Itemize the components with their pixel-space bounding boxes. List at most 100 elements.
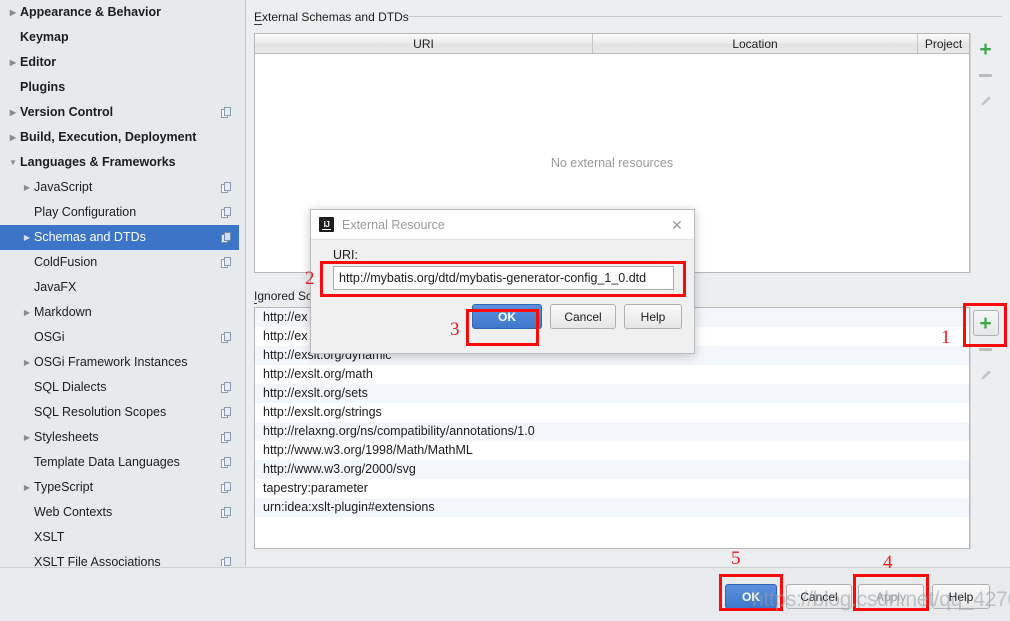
external-schemas-title-mnemonic: E <box>254 10 263 25</box>
uri-label-rest: RI: <box>342 248 359 262</box>
ignored-schemas-title-rest: gnored Sc <box>257 289 313 303</box>
chevron-right-icon[interactable]: ▶ <box>20 300 34 325</box>
sidebar-item-web-contexts[interactable]: ▶Web Contexts <box>0 500 245 525</box>
remove-ignored-schema-button[interactable] <box>973 336 999 362</box>
column-header-project[interactable]: Project <box>918 34 969 53</box>
uri-input[interactable]: http://mybatis.org/dtd/mybatis-generator… <box>333 266 674 290</box>
sidebar-item-markdown[interactable]: ▶ Markdown <box>0 300 245 325</box>
dialog-body: URI: http://mybatis.org/dtd/mybatis-gene… <box>311 240 694 354</box>
copy-settings-icon <box>221 231 237 244</box>
sidebar-item-label: Version Control <box>20 105 114 119</box>
sidebar-item-keymap[interactable]: ▶Keymap <box>0 25 245 50</box>
plus-icon: + <box>979 311 992 335</box>
copy-settings-icon <box>221 206 237 219</box>
settings-bottom-bar: OK Cancel Apply Help <box>0 567 1010 621</box>
sidebar-item-label: XSLT File Associations <box>34 555 161 566</box>
dialog-cancel-button[interactable]: Cancel <box>550 304 616 329</box>
sidebar-item-sql-dialects[interactable]: ▶SQL Dialects <box>0 375 245 400</box>
sidebar-item-plugins[interactable]: ▶Plugins <box>0 75 245 100</box>
sidebar-item-osgi-framework-instances[interactable]: ▶ OSGi Framework Instances <box>0 350 245 375</box>
copy-settings-icon <box>221 406 237 419</box>
chevron-right-icon[interactable]: ▶ <box>20 350 34 375</box>
sidebar-item-label: Markdown <box>34 305 92 319</box>
sidebar-item-label: SQL Dialects <box>34 380 107 394</box>
sidebar-item-build-execution-deployment[interactable]: ▶ Build, Execution, Deployment <box>0 125 245 150</box>
sidebar-item-label: Web Contexts <box>34 505 113 519</box>
ignored-list-toolbar: + <box>970 307 1000 549</box>
sidebar-item-xslt-file-associations[interactable]: ▶XSLT File Associations <box>0 550 245 566</box>
sidebar-item-coldfusion[interactable]: ▶ColdFusion <box>0 250 245 275</box>
chevron-right-icon[interactable]: ▶ <box>6 0 20 25</box>
sidebar-item-typescript[interactable]: ▶ TypeScript <box>0 475 245 500</box>
sidebar-item-stylesheets[interactable]: ▶ Stylesheets <box>0 425 245 450</box>
settings-sidebar[interactable]: ▶Appearance & Behavior▶Keymap▶Editor▶Plu… <box>0 0 246 566</box>
sidebar-item-label: OSGi <box>34 330 65 344</box>
sidebar-item-schemas-and-dtds[interactable]: ▶ Schemas and DTDs <box>0 225 245 250</box>
sidebar-item-label: Languages & Frameworks <box>20 155 176 169</box>
settings-cancel-button[interactable]: Cancel <box>786 584 852 609</box>
external-schemas-group-title: External Schemas and DTDs <box>254 10 409 25</box>
column-header-location[interactable]: Location <box>593 34 918 53</box>
sidebar-item-languages-frameworks[interactable]: ▼ Languages & Frameworks <box>0 150 245 175</box>
sidebar-item-play-configuration[interactable]: ▶Play Configuration <box>0 200 245 225</box>
chevron-right-icon[interactable]: ▶ <box>6 50 20 75</box>
settings-help-button[interactable]: Help <box>932 584 990 609</box>
list-item[interactable]: http://www.w3.org/2000/svg <box>255 460 969 479</box>
list-item[interactable]: http://www.w3.org/1998/Math/MathML <box>255 441 969 460</box>
external-resource-dialog: IJ External Resource ✕ URI: http://mybat… <box>310 209 695 354</box>
sidebar-item-version-control[interactable]: ▶ Version Control <box>0 100 245 125</box>
remove-external-resource-button[interactable] <box>973 62 999 88</box>
external-group-separator <box>406 16 1002 17</box>
settings-apply-button[interactable]: Apply <box>858 584 924 609</box>
sidebar-item-label: Schemas and DTDs <box>34 230 146 244</box>
sidebar-item-label: JavaScript <box>34 180 93 194</box>
add-ignored-schema-button[interactable]: + <box>972 310 999 336</box>
sidebar-item-javascript[interactable]: ▶ JavaScript <box>0 175 245 200</box>
chevron-right-icon[interactable]: ▶ <box>20 425 34 450</box>
settings-window: ▶Appearance & Behavior▶Keymap▶Editor▶Plu… <box>0 0 1010 621</box>
list-item[interactable]: http://relaxng.org/ns/compatibility/anno… <box>255 422 969 441</box>
chevron-right-icon[interactable]: ▶ <box>20 475 34 500</box>
sidebar-item-xslt[interactable]: ▶XSLT <box>0 525 245 550</box>
chevron-right-icon[interactable]: ▶ <box>20 225 34 250</box>
plus-icon: + <box>979 37 992 61</box>
sidebar-item-sql-resolution-scopes[interactable]: ▶SQL Resolution Scopes <box>0 400 245 425</box>
list-item[interactable]: http://exslt.org/math <box>255 365 969 384</box>
close-icon[interactable]: ✕ <box>668 216 686 234</box>
add-external-resource-button[interactable]: + <box>973 36 999 62</box>
copy-settings-icon <box>221 456 237 469</box>
dialog-title: External Resource <box>342 217 445 232</box>
chevron-right-icon[interactable]: ▶ <box>6 100 20 125</box>
sidebar-item-appearance-behavior[interactable]: ▶ Appearance & Behavior <box>0 0 245 25</box>
sidebar-item-label: Template Data Languages <box>34 455 180 469</box>
edit-external-resource-button[interactable] <box>973 88 999 114</box>
column-header-uri[interactable]: URI <box>255 34 593 53</box>
pencil-icon <box>980 96 991 106</box>
edit-ignored-schema-button[interactable] <box>973 362 999 388</box>
sidebar-item-javafx[interactable]: ▶JavaFX <box>0 275 245 300</box>
sidebar-item-label: Appearance & Behavior <box>20 5 162 19</box>
copy-settings-icon <box>221 556 237 566</box>
chevron-right-icon[interactable]: ▶ <box>20 175 34 200</box>
copy-settings-icon <box>221 106 237 119</box>
dialog-ok-button[interactable]: OK <box>472 304 542 329</box>
chevron-down-icon[interactable]: ▼ <box>6 150 20 175</box>
sidebar-item-label: ColdFusion <box>34 255 98 269</box>
dialog-title-bar[interactable]: IJ External Resource ✕ <box>311 210 694 240</box>
chevron-right-icon[interactable]: ▶ <box>6 125 20 150</box>
sidebar-scrollbar[interactable] <box>239 0 245 566</box>
dialog-help-button[interactable]: Help <box>624 304 682 329</box>
list-item[interactable]: http://exslt.org/strings <box>255 403 969 422</box>
sidebar-item-osgi[interactable]: ▶OSGi <box>0 325 245 350</box>
sidebar-item-editor[interactable]: ▶ Editor <box>0 50 245 75</box>
sidebar-item-template-data-languages[interactable]: ▶Template Data Languages <box>0 450 245 475</box>
copy-settings-icon <box>221 181 237 194</box>
minus-icon <box>979 73 992 77</box>
list-item[interactable]: tapestry:parameter <box>255 479 969 498</box>
copy-settings-icon <box>221 256 237 269</box>
uri-label-mnemonic: U <box>333 248 343 263</box>
list-item[interactable]: urn:idea:xslt-plugin#extensions <box>255 498 969 517</box>
settings-ok-button[interactable]: OK <box>725 584 777 609</box>
list-item[interactable]: http://exslt.org/sets <box>255 384 969 403</box>
sidebar-item-label: Keymap <box>20 30 69 44</box>
